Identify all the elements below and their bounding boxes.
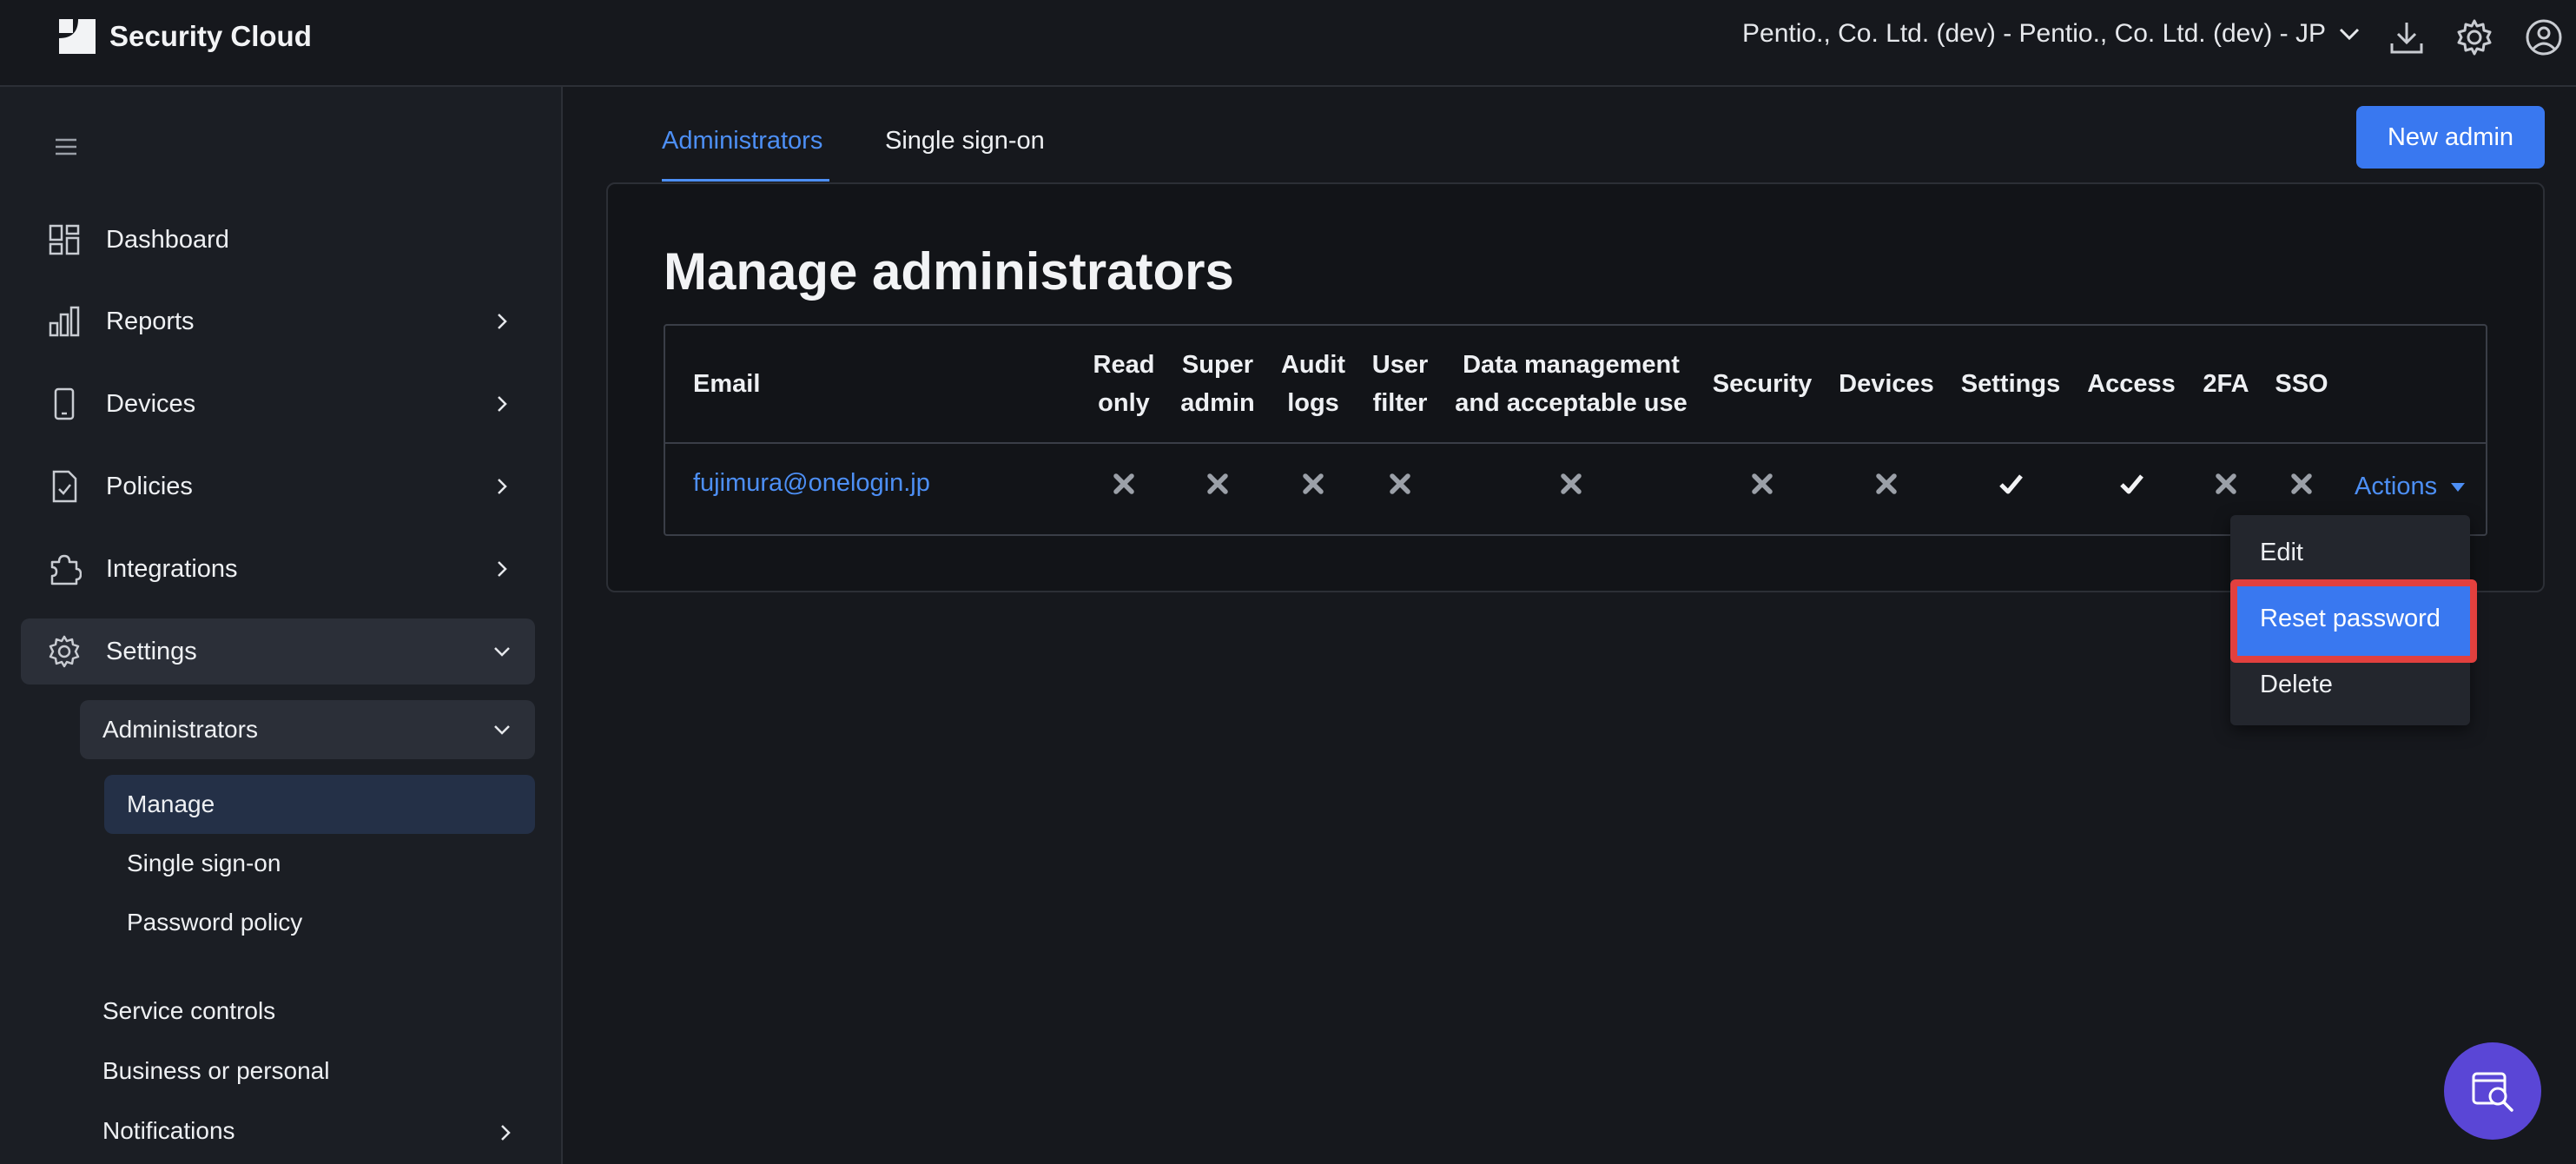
chevron-right-icon xyxy=(498,314,507,329)
chevron-down-icon xyxy=(2339,28,2360,41)
sidebar-item-business-or-personal[interactable]: Business or personal xyxy=(102,1057,329,1085)
bar-chart-icon xyxy=(49,306,80,337)
gear-icon xyxy=(49,635,80,668)
actions-dropdown[interactable]: Actions xyxy=(2355,473,2466,501)
cross-icon xyxy=(1303,473,1324,494)
column-header-read-only: Read only xyxy=(1093,351,1155,417)
security-cloud-logo-icon xyxy=(59,19,96,54)
sidebar-item-label: Reports xyxy=(106,307,195,335)
chevron-right-icon xyxy=(498,561,507,577)
menu-toggle-icon[interactable] xyxy=(54,137,78,156)
gear-icon[interactable] xyxy=(2454,17,2494,57)
cross-icon xyxy=(2291,473,2312,494)
download-icon[interactable] xyxy=(2387,17,2427,57)
tab-single-sign-on[interactable]: Single sign-on xyxy=(885,127,1045,155)
cross-icon xyxy=(1876,473,1897,494)
header-divider xyxy=(665,442,2486,444)
new-admin-button[interactable]: New admin xyxy=(2356,106,2545,169)
sidebar-item-label: Password policy xyxy=(127,909,303,936)
sidebar-item-reports[interactable]: Reports xyxy=(21,288,535,354)
cross-icon xyxy=(1113,473,1134,494)
column-header-data-management: Data management and acceptable use xyxy=(1455,351,1688,417)
tab-administrators[interactable]: Administrators xyxy=(662,127,822,155)
sidebar-item-service-controls[interactable]: Service controls xyxy=(102,997,275,1025)
column-header-security: Security xyxy=(1712,370,1813,398)
sidebar-item-dashboard[interactable]: Dashboard xyxy=(21,207,535,273)
chevron-down-icon xyxy=(494,725,510,735)
tenant-selector[interactable]: Pentio., Co. Ltd. (dev) - Pentio., Co. L… xyxy=(1742,19,2361,49)
cross-icon xyxy=(2216,473,2236,494)
sidebar-item-single-sign-on[interactable]: Single sign-on xyxy=(104,834,535,893)
chevron-right-icon xyxy=(501,1125,511,1141)
sidebar-item-label: Settings xyxy=(106,637,197,665)
active-tab-indicator xyxy=(662,179,829,182)
actions-label: Actions xyxy=(2355,473,2438,500)
user-circle-icon[interactable] xyxy=(2524,17,2564,57)
sidebar-item-notifications[interactable]: Notifications xyxy=(102,1117,235,1145)
search-document-icon xyxy=(2472,1072,2513,1112)
check-icon xyxy=(2120,474,2143,494)
column-header-2fa: 2FA xyxy=(2203,370,2249,398)
sidebar-item-label: Dashboard xyxy=(106,225,229,254)
column-header-email: Email xyxy=(693,370,761,398)
cross-icon xyxy=(1390,473,1410,494)
chevron-right-icon xyxy=(498,396,507,412)
sidebar-item-settings[interactable]: Settings xyxy=(21,618,535,685)
sidebar-item-label: Single sign-on xyxy=(127,850,281,876)
cross-icon xyxy=(1207,473,1228,494)
sidebar-item-label: Devices xyxy=(106,389,196,418)
column-header-audit-logs: Audit logs xyxy=(1280,351,1346,417)
tenant-label: Pentio., Co. Ltd. (dev) - Pentio., Co. L… xyxy=(1742,19,2326,48)
sidebar-item-integrations[interactable]: Integrations xyxy=(21,536,535,602)
sidebar-item-manage[interactable]: Manage xyxy=(104,775,535,834)
sidebar-item-label: Integrations xyxy=(106,554,238,583)
sidebar-item-label: Administrators xyxy=(102,716,258,743)
document-check-icon xyxy=(52,470,77,503)
column-header-devices: Devices xyxy=(1839,370,1934,398)
chevron-right-icon xyxy=(498,479,507,494)
sidebar-item-administrators[interactable]: Administrators xyxy=(80,700,535,759)
cross-icon xyxy=(1561,473,1582,494)
app-name: Security Cloud xyxy=(109,20,312,52)
column-header-user-filter: User filter xyxy=(1371,351,1429,417)
menu-item-reset-password[interactable]: Reset password xyxy=(2260,605,2441,633)
sidebar-item-password-policy[interactable]: Password policy xyxy=(104,893,535,952)
chevron-down-icon xyxy=(494,647,510,657)
dashboard-icon xyxy=(49,224,80,255)
page-title: Manage administrators xyxy=(664,242,1234,301)
sidebar-item-devices[interactable]: Devices xyxy=(21,371,535,437)
caret-down-icon xyxy=(2451,482,2466,492)
column-header-super-admin: Super admin xyxy=(1180,351,1255,417)
puzzle-icon xyxy=(50,554,82,585)
check-icon xyxy=(1999,474,2023,494)
menu-item-edit[interactable]: Edit xyxy=(2260,539,2303,567)
sidebar-item-policies[interactable]: Policies xyxy=(21,453,535,519)
column-header-settings: Settings xyxy=(1960,370,2061,398)
help-search-button[interactable] xyxy=(2444,1042,2541,1140)
admin-email-link[interactable]: fujimura@onelogin.jp xyxy=(693,469,930,498)
phone-icon xyxy=(54,387,75,420)
sidebar-item-label: Policies xyxy=(106,472,193,500)
column-header-sso: SSO xyxy=(2275,370,2328,398)
top-bar: Security Cloud Pentio., Co. Ltd. (dev) -… xyxy=(0,0,2576,87)
menu-item-delete[interactable]: Delete xyxy=(2260,671,2333,699)
sidebar-item-label: Manage xyxy=(127,790,215,817)
cross-icon xyxy=(1752,473,1773,494)
column-header-access: Access xyxy=(2087,370,2176,398)
brand[interactable]: Security Cloud xyxy=(57,17,312,56)
